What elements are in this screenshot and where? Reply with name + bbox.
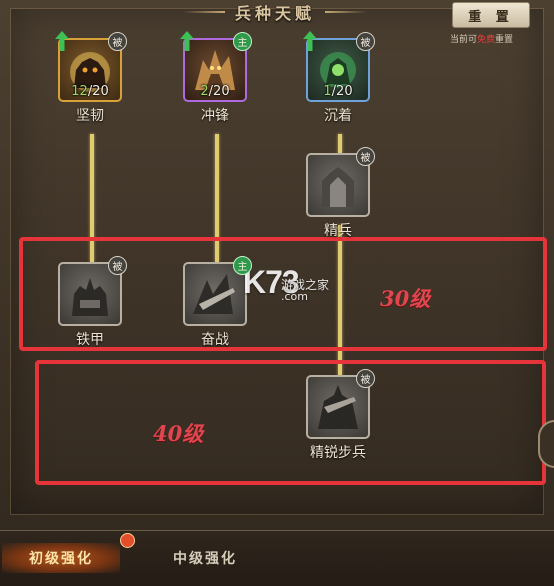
reset-button[interactable]: 重 置 <box>452 2 530 28</box>
connector-line <box>338 134 342 154</box>
passive-badge: 被 <box>356 32 375 51</box>
upgrade-arrow-icon <box>55 31 69 51</box>
talent-name: 精锐步兵 <box>310 445 366 461</box>
passive-badge: 被 <box>108 256 127 275</box>
reset-note-suffix: 重置 <box>495 35 514 45</box>
reset-note-free: 免费 <box>477 35 496 45</box>
level-current: 2 <box>200 84 209 99</box>
page-title: 兵种天赋 <box>234 4 315 23</box>
level-max: /20 <box>87 84 109 99</box>
notification-dot <box>120 533 135 548</box>
level-40-highlight-box <box>35 360 546 485</box>
active-badge: 主 <box>233 32 252 51</box>
talent-level: 2/20 <box>183 84 247 99</box>
talent-level: 1/20 <box>306 84 370 99</box>
reset-note-prefix: 当前可 <box>450 35 478 45</box>
talent-name: 铁甲 <box>76 332 104 348</box>
title-ornament-right <box>325 11 367 13</box>
watermark: K73 游戏之家 .com <box>243 266 329 303</box>
title-ornament-left <box>182 11 225 13</box>
level-40-label: 40级 <box>153 421 204 446</box>
talent-level: 12/20 <box>58 84 122 99</box>
level-30-label: 30级 <box>380 286 431 311</box>
talent-name: 坚韧 <box>76 108 104 124</box>
upgrade-arrow-icon <box>303 31 317 51</box>
level-current: 12 <box>71 84 88 99</box>
tab-bar: 初级强化 中级强化 <box>0 530 554 586</box>
title-banner: 兵种天赋 <box>150 0 400 24</box>
reset-note: 当前可免费重置 <box>450 32 546 45</box>
level-max: /20 <box>208 84 230 99</box>
talent-name: 沉着 <box>324 108 352 124</box>
active-badge: 主 <box>233 256 252 275</box>
upgrade-arrow-icon <box>180 31 194 51</box>
level-max: /20 <box>331 84 353 99</box>
level-current: 1 <box>323 84 332 99</box>
watermark-domain: .com <box>281 290 308 303</box>
tab-basic-enhance[interactable]: 初级强化 <box>2 543 120 573</box>
tab-intermediate-enhance[interactable]: 中级强化 <box>150 543 260 573</box>
passive-badge: 被 <box>356 147 375 166</box>
talent-name: 精兵 <box>324 223 352 239</box>
talent-name: 冲锋 <box>201 108 229 124</box>
talent-name: 奋战 <box>201 332 229 348</box>
side-scroll-handle[interactable] <box>538 420 554 468</box>
passive-badge: 被 <box>356 369 375 388</box>
passive-badge: 被 <box>108 32 127 51</box>
